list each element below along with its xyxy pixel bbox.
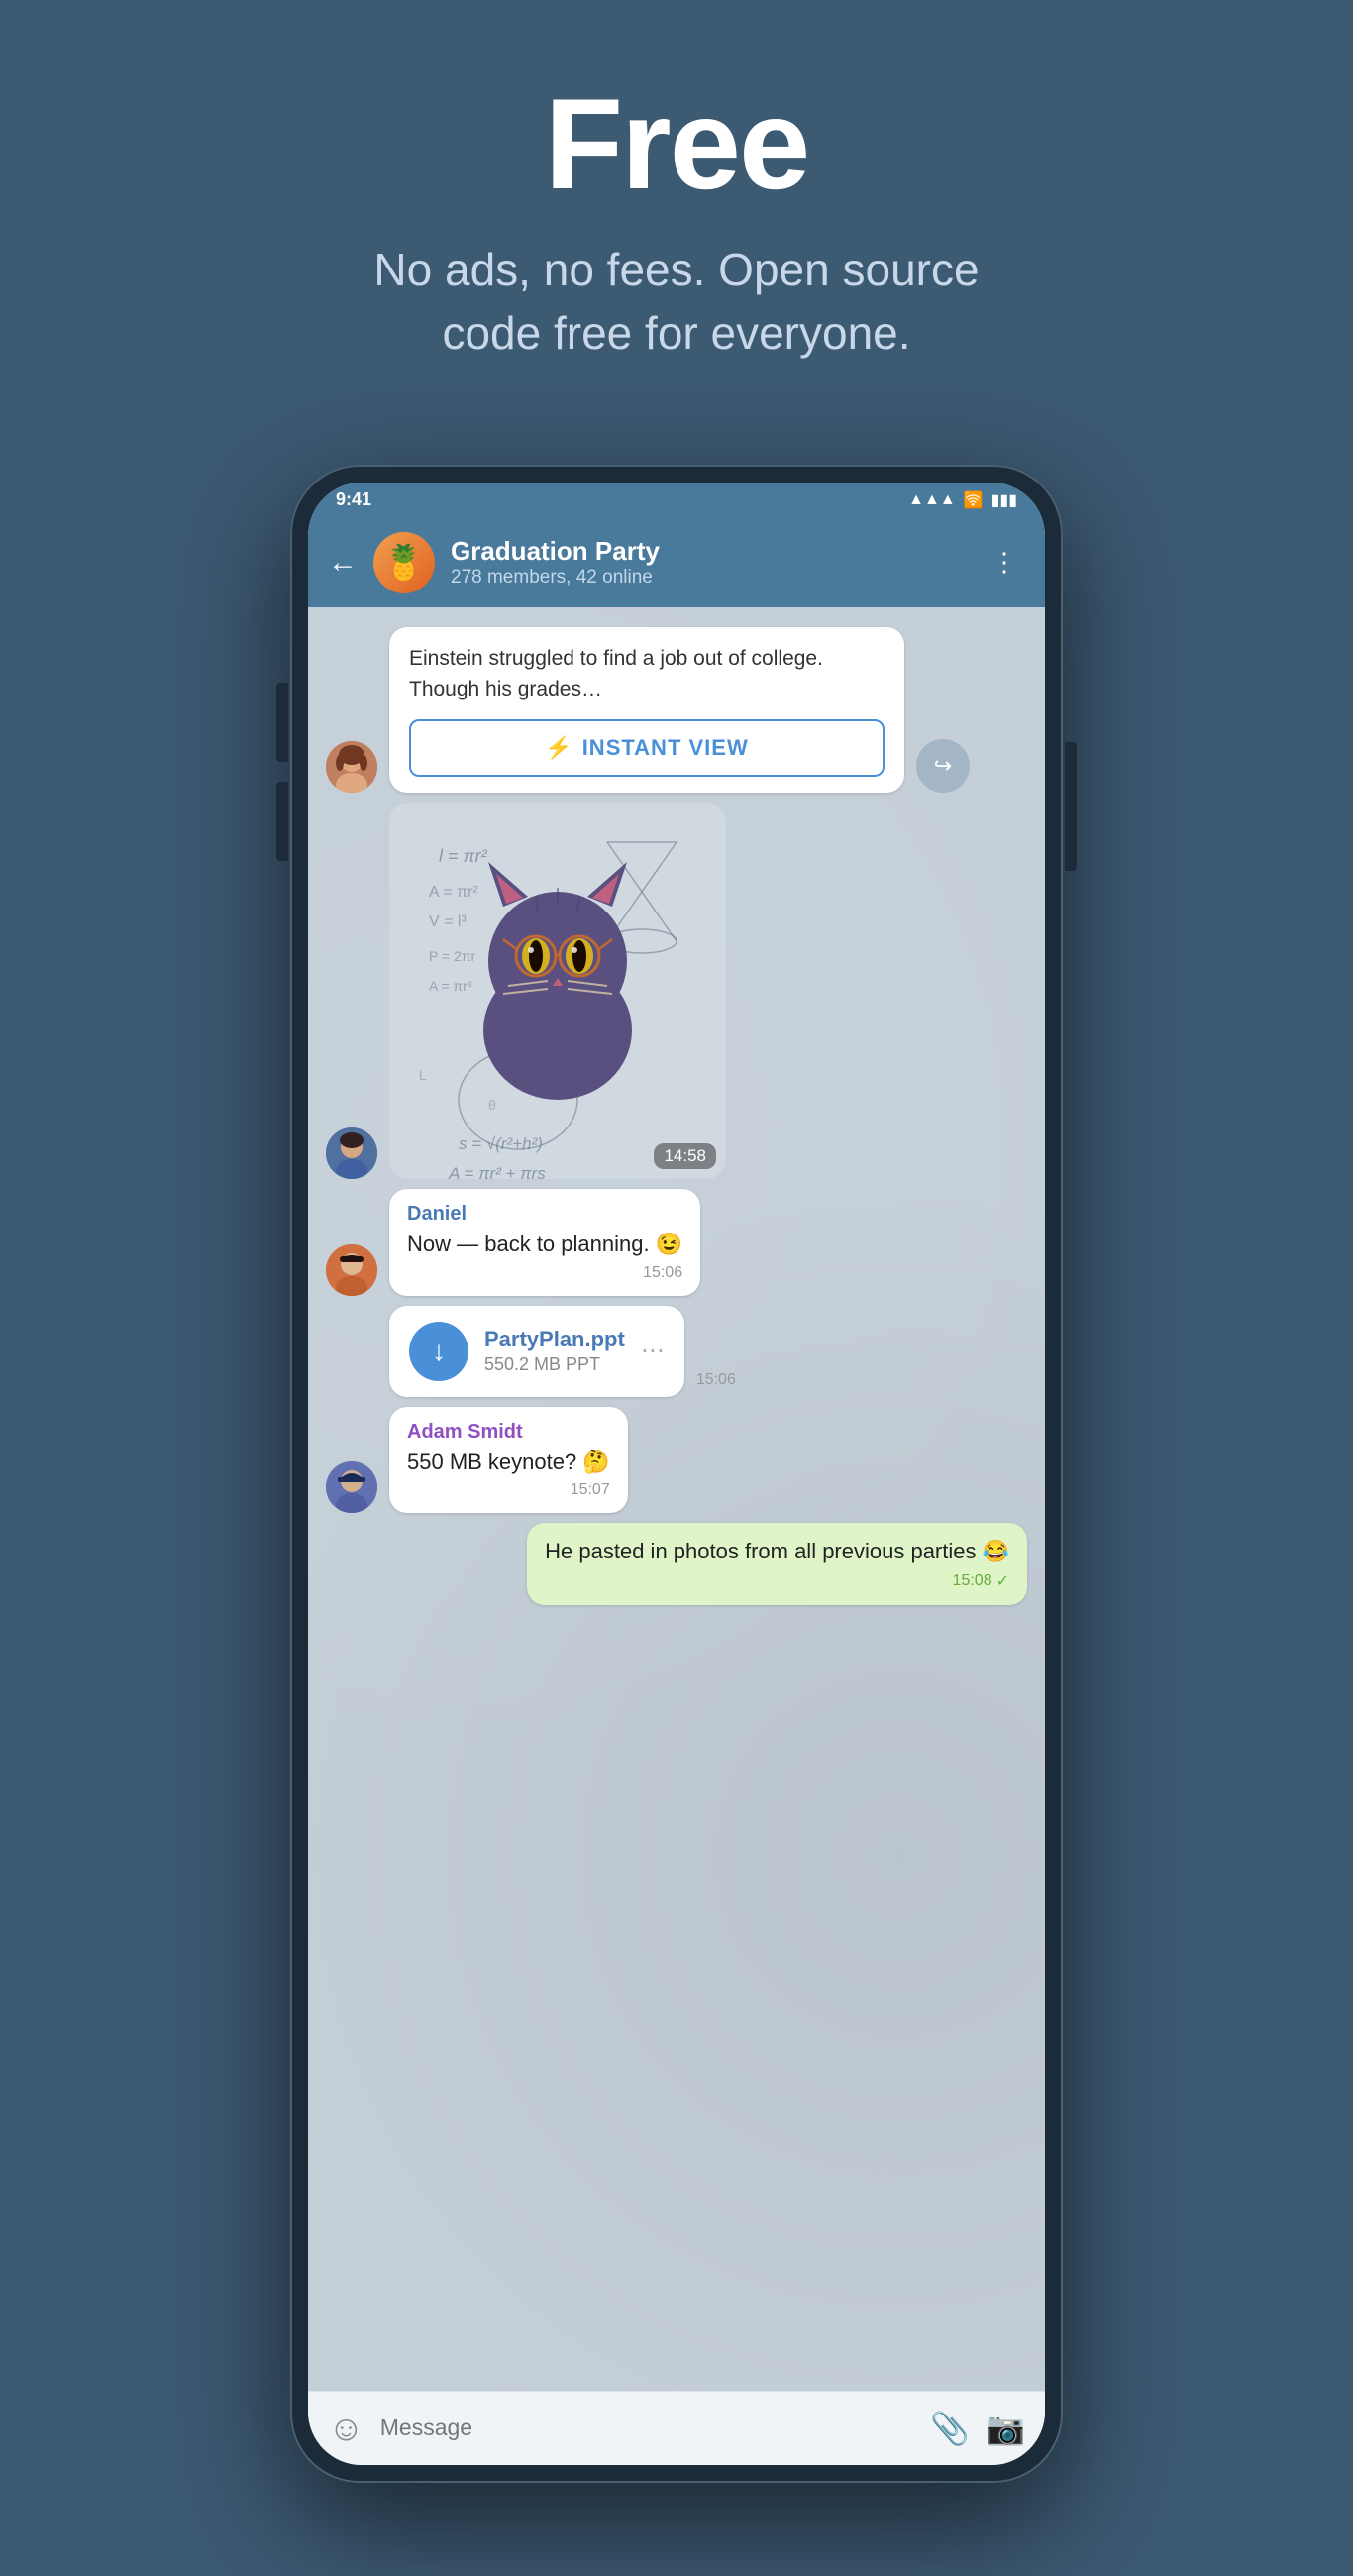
status-bar: 9:41 ▲▲▲ 🛜 ▮▮▮ (308, 483, 1045, 518)
adam-sender: Adam Smidt (407, 1421, 610, 1444)
daniel-sender: Daniel (407, 1203, 682, 1226)
file-time: 15:06 (696, 1371, 736, 1389)
hero-subtitle: No ads, no fees. Open source code free f… (330, 238, 1023, 366)
boy2-avatar (326, 1244, 377, 1296)
article-bubble: Einstein struggled to find a job out of … (389, 627, 904, 793)
self-bubble: He pasted in photos from all previous pa… (527, 1523, 1027, 1605)
phone-inner: 9:41 ▲▲▲ 🛜 ▮▮▮ ← 🍍 Graduation Party 278 … (308, 483, 1045, 2465)
download-button[interactable]: ↓ (409, 1322, 468, 1381)
girl-avatar (326, 741, 377, 793)
chat-members: 278 members, 42 online (451, 567, 968, 589)
share-button[interactable]: ↪ (916, 739, 970, 793)
boy3-avatar (326, 1461, 377, 1513)
daniel-text: Now — back to planning. 😉 (407, 1230, 682, 1260)
chat-info: Graduation Party 278 members, 42 online (451, 536, 968, 589)
instant-view-label: INSTANT VIEW (582, 735, 749, 761)
cat-sticker (449, 832, 667, 1115)
file-message-row: ↓ PartyPlan.ppt 550.2 MB PPT ⋯ 15:06 (326, 1306, 1027, 1397)
status-time: 9:41 (336, 489, 371, 510)
adam-bubble: Adam Smidt 550 MB keynote? 🤔 15:07 (389, 1407, 628, 1514)
boy1-avatar (326, 1127, 377, 1179)
file-name: PartyPlan.ppt (484, 1327, 625, 1352)
emoji-button[interactable]: ☺ (328, 2408, 364, 2449)
adam-text: 550 MB keynote? 🤔 (407, 1448, 610, 1478)
chat-body: Einstein struggled to find a job out of … (308, 607, 1045, 2391)
battery-icon: ▮▮▮ (991, 490, 1017, 510)
download-icon: ↓ (432, 1336, 446, 1367)
sticker-container: l = πr² A = πr² V = l³ P = 2πr A = πr³ (389, 803, 726, 1179)
back-button[interactable]: ← (328, 546, 358, 580)
signal-icon: ▲▲▲ (908, 491, 956, 509)
input-bar: ☺ 📎 📷 (308, 2391, 1045, 2465)
daniel-message-row: Daniel Now — back to planning. 😉 15:06 (326, 1189, 1027, 1296)
article-preview-text: Einstein struggled to find a job out of … (409, 643, 885, 705)
self-text: He pasted in photos from all previous pa… (545, 1537, 1009, 1567)
sticker-time: 14:58 (654, 1143, 716, 1169)
camera-button[interactable]: 📷 (986, 2410, 1025, 2447)
svg-text:s = √(r²+h²): s = √(r²+h²) (459, 1134, 543, 1153)
svg-text:A = πr² + πrs: A = πr² + πrs (448, 1164, 546, 1179)
self-time: 15:08 ✓ (545, 1571, 1009, 1591)
file-more-button[interactable]: ⋯ (641, 1337, 665, 1365)
chat-name: Graduation Party (451, 536, 968, 567)
wifi-icon: 🛜 (964, 490, 984, 510)
adam-message-row: Adam Smidt 550 MB keynote? 🤔 15:07 (326, 1407, 1027, 1514)
hero-section: Free No ads, no fees. Open source code f… (0, 0, 1353, 425)
file-size: 550.2 MB PPT (484, 1354, 625, 1375)
daniel-bubble: Daniel Now — back to planning. 😉 15:06 (389, 1189, 700, 1296)
more-menu-button[interactable]: ⋮ (984, 539, 1025, 586)
attach-button[interactable]: 📎 (930, 2410, 970, 2447)
chat-header: ← 🍍 Graduation Party 278 members, 42 onl… (308, 518, 1045, 607)
status-icons: ▲▲▲ 🛜 ▮▮▮ (908, 490, 1017, 510)
daniel-time: 15:06 (407, 1264, 682, 1282)
lightning-icon: ⚡ (545, 735, 572, 761)
file-info: PartyPlan.ppt 550.2 MB PPT (484, 1327, 625, 1375)
file-time-wrapper: 15:06 (696, 1371, 736, 1397)
hero-title: Free (545, 79, 809, 208)
self-message-row: He pasted in photos from all previous pa… (326, 1523, 1027, 1605)
group-avatar-emoji: 🍍 (383, 543, 425, 583)
instant-view-button[interactable]: ⚡ INSTANT VIEW (409, 719, 885, 777)
phone-outer: 9:41 ▲▲▲ 🛜 ▮▮▮ ← 🍍 Graduation Party 278 … (290, 465, 1063, 2483)
read-checkmark: ✓ (996, 1571, 1009, 1591)
sticker-row: l = πr² A = πr² V = l³ P = 2πr A = πr³ (326, 803, 1027, 1179)
adam-time: 15:07 (407, 1481, 610, 1499)
message-input[interactable] (380, 2415, 915, 2441)
phone-wrapper: 9:41 ▲▲▲ 🛜 ▮▮▮ ← 🍍 Graduation Party 278 … (0, 425, 1353, 2576)
group-avatar: 🍍 (373, 532, 435, 593)
share-icon: ↪ (934, 753, 952, 779)
file-bubble: ↓ PartyPlan.ppt 550.2 MB PPT ⋯ (389, 1306, 684, 1397)
svg-text:L: L (419, 1067, 427, 1083)
article-message-row: Einstein struggled to find a job out of … (326, 627, 1027, 793)
